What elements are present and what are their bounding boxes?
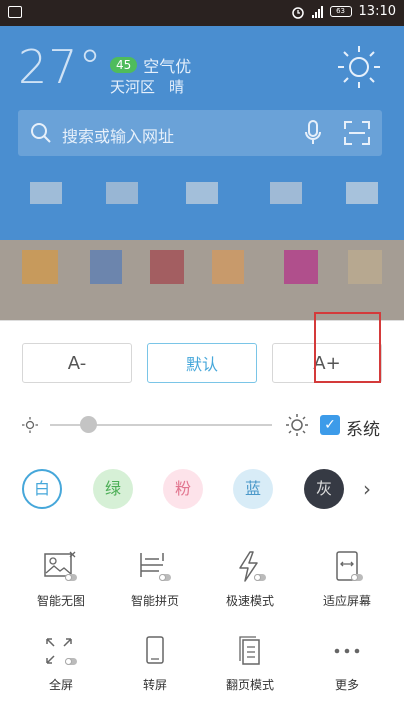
shortcut-tile[interactable] [150, 250, 184, 284]
tool-page-flip-mode[interactable]: 翻页模式 [205, 635, 295, 701]
air-quality[interactable]: 45 空气优 [110, 53, 191, 77]
brightness-high-icon [286, 414, 308, 436]
lightning-icon [239, 551, 266, 582]
system-brightness-checkbox[interactable]: ✓ [320, 415, 340, 435]
sun-icon [338, 46, 380, 88]
no-image-icon [44, 551, 77, 581]
tool-smart-page-merge[interactable]: 智能拼页 [110, 551, 200, 617]
tool-label: 全屏 [48, 678, 73, 692]
theme-gray[interactable]: 灰 [304, 469, 344, 509]
shortcut-tile[interactable] [22, 250, 58, 284]
brightness-row: ✓ 系统 [0, 413, 404, 440]
temperature: 27° [18, 40, 103, 94]
fullscreen-icon [46, 638, 77, 665]
brightness-slider-thumb[interactable] [79, 416, 97, 433]
tool-label: 转屏 [142, 678, 167, 692]
clock: 13:10 [358, 4, 396, 19]
tool-speed-mode[interactable]: 极速模式 [205, 551, 295, 617]
shortcut-tile[interactable] [212, 250, 244, 284]
theme-blue[interactable]: 蓝 [233, 469, 273, 509]
weather-header: 27° 45 空气优 天河区 晴 搜索或输入网址 [0, 26, 404, 240]
shortcut-tile[interactable] [186, 182, 218, 204]
search-icon [31, 123, 51, 143]
chevron-right-icon[interactable]: › [363, 477, 371, 501]
tool-more[interactable]: 更多 [302, 635, 392, 701]
highlight-box [314, 312, 381, 383]
brightness-low-icon [22, 417, 38, 433]
shortcut-tile[interactable] [90, 250, 122, 284]
shortcut-tile[interactable] [346, 182, 378, 204]
tool-label: 极速模式 [225, 594, 274, 608]
shortcut-tile[interactable] [348, 250, 382, 284]
weather-condition: 晴 [169, 78, 185, 96]
status-bar: 63 13:10 [0, 0, 404, 26]
tool-fullscreen[interactable]: 全屏 [16, 635, 106, 701]
alarm-icon [291, 6, 304, 19]
tool-label: 智能拼页 [130, 594, 179, 608]
battery-icon: 63 [329, 6, 352, 17]
tool-label: 智能无图 [36, 594, 85, 608]
scan-icon[interactable] [344, 121, 370, 145]
gallery-icon [8, 6, 22, 18]
theme-pink[interactable]: 粉 [163, 469, 203, 509]
page-flip-icon [239, 636, 260, 665]
microphone-icon[interactable] [304, 120, 322, 146]
page-merge-icon [140, 553, 171, 581]
theme-white[interactable]: 白 [22, 469, 62, 509]
tool-label: 适应屏幕 [322, 594, 371, 608]
tool-label: 翻页模式 [225, 678, 274, 692]
tool-smart-no-image[interactable]: 智能无图 [16, 551, 106, 617]
tool-fit-screen[interactable]: 适应屏幕 [302, 551, 392, 617]
shortcut-tile[interactable] [270, 182, 302, 204]
tool-rotate-screen[interactable]: 转屏 [110, 635, 200, 701]
aqi-label: 空气优 [143, 57, 192, 76]
shortcut-tile[interactable] [30, 182, 62, 204]
search-bar[interactable]: 搜索或输入网址 [18, 110, 382, 156]
system-brightness-label: 系统 [346, 420, 380, 440]
shortcut-tile[interactable] [284, 250, 318, 284]
aqi-badge: 45 [110, 57, 138, 73]
more-dots-icon [334, 648, 360, 654]
tool-label: 更多 [334, 678, 359, 692]
location: 天河区 晴 [110, 76, 184, 97]
font-decrease-button[interactable]: A- [22, 343, 132, 383]
fit-screen-icon [336, 551, 363, 581]
rotate-screen-icon [146, 636, 164, 664]
dimmed-shortcuts [0, 240, 404, 320]
font-default-button[interactable]: 默认 [147, 343, 257, 383]
search-input[interactable]: 搜索或输入网址 [62, 123, 174, 147]
shortcut-tile[interactable] [106, 182, 138, 204]
signal-icon [311, 5, 323, 18]
district-label: 天河区 [110, 78, 156, 96]
theme-row: 白 绿 粉 蓝 灰 › [0, 469, 404, 511]
theme-green[interactable]: 绿 [93, 469, 133, 509]
